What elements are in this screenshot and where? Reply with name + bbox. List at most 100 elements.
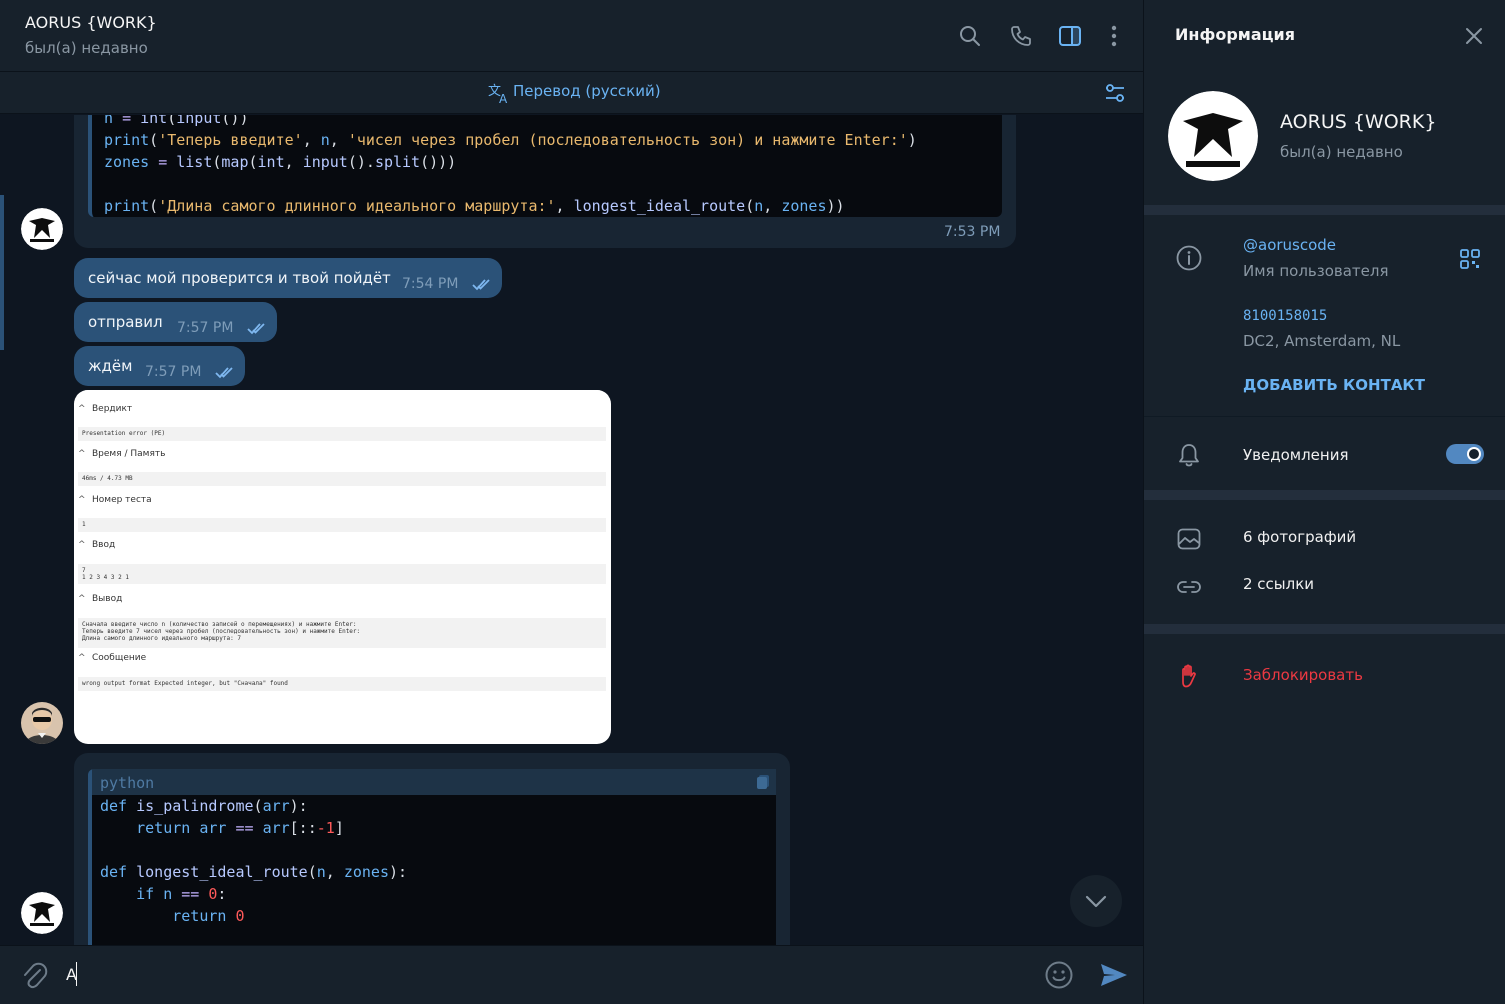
code-token: ( bbox=[248, 153, 258, 171]
result-section-header: ^ Вывод bbox=[78, 594, 122, 604]
code-token: int bbox=[140, 115, 168, 127]
message-outgoing-2[interactable]: отправил 7:57 PM bbox=[74, 302, 277, 342]
code-token: int bbox=[257, 153, 285, 171]
translate-settings-icon[interactable] bbox=[1103, 81, 1127, 105]
result-section-label: Номер теста bbox=[92, 495, 152, 505]
link-icon bbox=[1177, 581, 1201, 593]
code-block-bottom[interactable]: python def is_palindrome(arr): return ar… bbox=[88, 769, 776, 945]
code-token: list bbox=[176, 153, 213, 171]
code-token: ())) bbox=[420, 153, 457, 171]
code-token: input bbox=[302, 153, 348, 171]
message-list[interactable]: n = int(input()) print('Теперь введите', … bbox=[0, 115, 1143, 945]
translate-bar[interactable]: 文 A Перевод (русский) bbox=[0, 72, 1143, 114]
code-line: def is_palindrome(arr): bbox=[100, 795, 407, 817]
code-token: ()) bbox=[221, 115, 249, 127]
message-time: 7:53 PM bbox=[944, 224, 1001, 240]
qr-code-icon[interactable] bbox=[1459, 248, 1481, 270]
phone-icon[interactable] bbox=[1009, 24, 1033, 48]
result-section-label: Ввод bbox=[92, 540, 116, 550]
message-text: сейчас мой проверится и твой пойдёт bbox=[88, 269, 391, 287]
attach-icon[interactable] bbox=[20, 961, 48, 991]
notifications-toggle[interactable] bbox=[1446, 444, 1484, 464]
info-icon bbox=[1176, 245, 1202, 271]
code-line: if n == 0: bbox=[100, 883, 407, 905]
code-token: n bbox=[104, 115, 123, 127]
info-panel-title: Информация bbox=[1175, 25, 1295, 44]
message-time: 7:57 PM bbox=[177, 320, 234, 336]
code-token: n bbox=[754, 197, 764, 215]
message-outgoing-3[interactable]: ждём 7:57 PM bbox=[74, 346, 245, 386]
chat-status: был(а) недавно bbox=[25, 39, 148, 57]
block-user-button[interactable]: Заблокировать bbox=[1243, 666, 1363, 684]
add-contact-button[interactable]: ДОБАВИТЬ КОНТАКТ bbox=[1243, 376, 1425, 394]
code-token: (). bbox=[347, 153, 375, 171]
code-token: ( bbox=[307, 863, 317, 881]
bell-icon bbox=[1179, 444, 1199, 467]
shared-photos-item[interactable]: 6 фотографий bbox=[1243, 528, 1356, 546]
photo-icon bbox=[1177, 528, 1201, 550]
scroll-down-button[interactable] bbox=[1070, 875, 1122, 927]
message-code-bottom[interactable]: python def is_palindrome(arr): return ar… bbox=[74, 753, 790, 945]
chevron-up-icon: ^ bbox=[78, 495, 86, 505]
message-composer[interactable]: A bbox=[0, 945, 1143, 1004]
code-token: ( bbox=[745, 197, 755, 215]
shared-links-item[interactable]: 2 ссылки bbox=[1243, 575, 1314, 593]
contact-avatar[interactable] bbox=[21, 892, 63, 934]
chevron-up-icon: ^ bbox=[78, 653, 86, 663]
section-divider bbox=[1144, 490, 1505, 500]
search-icon[interactable] bbox=[958, 24, 982, 48]
code-token: ( bbox=[149, 197, 159, 215]
message-outgoing-1[interactable]: сейчас мой проверится и твой пойдёт 7:54… bbox=[74, 258, 502, 298]
send-icon[interactable] bbox=[1099, 962, 1129, 988]
chevron-up-icon: ^ bbox=[78, 540, 86, 550]
code-token: == bbox=[235, 819, 263, 837]
result-section-label: Вердикт bbox=[92, 404, 133, 414]
datacenter-label: DC2, Amsterdam, NL bbox=[1243, 332, 1401, 350]
chevron-up-icon: ^ bbox=[78, 449, 86, 459]
result-section-header: ^ Время / Память bbox=[78, 449, 165, 459]
message-text: отправил bbox=[88, 313, 163, 331]
user-id[interactable]: 8100158015 bbox=[1243, 308, 1327, 324]
code-token: def bbox=[100, 863, 137, 881]
code-line: print('Длина самого длинного идеального … bbox=[104, 195, 990, 217]
code-token: return bbox=[100, 907, 236, 925]
close-icon[interactable] bbox=[1464, 26, 1484, 46]
translate-label[interactable]: Перевод (русский) bbox=[513, 82, 661, 100]
emoji-icon[interactable] bbox=[1044, 960, 1074, 990]
sidebar-toggle-icon[interactable] bbox=[1058, 24, 1082, 48]
message-time: 7:54 PM bbox=[402, 276, 459, 292]
more-menu-icon[interactable] bbox=[1102, 24, 1126, 48]
result-section-value: Presentation error (PE) bbox=[78, 427, 606, 441]
code-block-header bbox=[92, 769, 776, 795]
profile-avatar[interactable] bbox=[1168, 91, 1258, 181]
chevron-down-icon bbox=[1085, 895, 1107, 908]
code-token: ): bbox=[289, 797, 308, 815]
code-token: arr bbox=[199, 819, 236, 837]
chat-header[interactable]: AORUS {WORK} был(а) недавно bbox=[0, 0, 1143, 72]
user-avatar[interactable] bbox=[21, 702, 63, 744]
result-section-header: ^ Номер теста bbox=[78, 495, 152, 505]
code-token: 'Теперь введите' bbox=[158, 131, 303, 149]
code-token: ] bbox=[334, 819, 344, 837]
chat-title[interactable]: AORUS {WORK} bbox=[25, 13, 157, 32]
chat-pane: AORUS {WORK} был(а) недавно 文 A Перевод … bbox=[0, 0, 1143, 1004]
code-block-top[interactable]: n = int(input()) print('Теперь введите', … bbox=[88, 115, 1002, 217]
code-token: ) bbox=[907, 131, 917, 149]
result-section-label: Время / Память bbox=[92, 449, 166, 459]
code-token: 'чисел через пробел (последовательность … bbox=[347, 131, 908, 149]
code-token: n bbox=[320, 131, 330, 149]
contact-avatar[interactable] bbox=[21, 208, 63, 250]
username-label: Имя пользователя bbox=[1243, 262, 1389, 280]
row-divider bbox=[1144, 416, 1505, 417]
message-image-screenshot[interactable]: ^ Вердикт Presentation error (PE) ^ Время / … bbox=[74, 390, 611, 744]
copy-icon[interactable] bbox=[756, 774, 770, 790]
code-token: is_palindrome bbox=[136, 797, 254, 815]
code-language-label: python bbox=[100, 774, 155, 792]
section-divider bbox=[1144, 205, 1505, 215]
message-code-top[interactable]: n = int(input()) print('Теперь введите', … bbox=[74, 115, 1016, 248]
code-token: map bbox=[221, 153, 249, 171]
code-token: split bbox=[374, 153, 421, 171]
selection-rail bbox=[0, 195, 4, 350]
username-link[interactable]: @aoruscode bbox=[1243, 236, 1336, 254]
